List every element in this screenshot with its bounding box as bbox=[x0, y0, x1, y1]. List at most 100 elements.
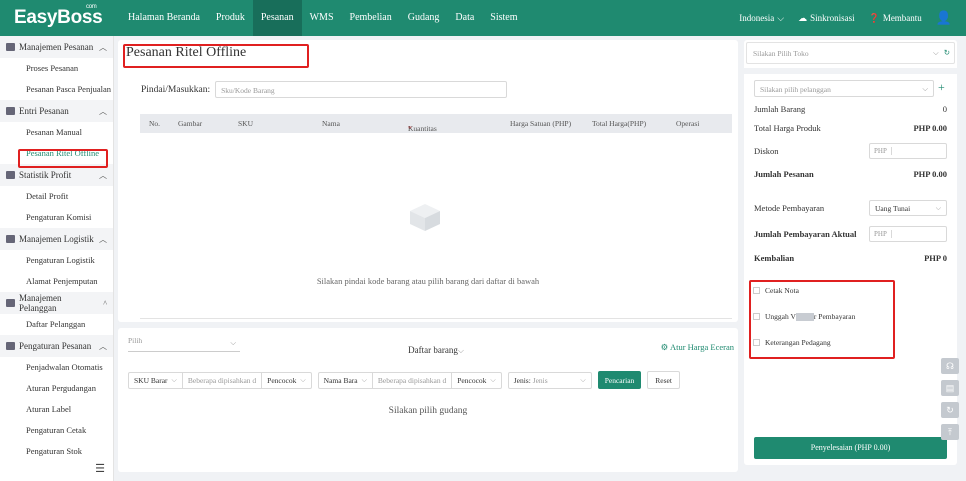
gear-icon: ⚙ bbox=[660, 342, 669, 352]
nav-gudang[interactable]: Gudang bbox=[400, 0, 448, 36]
sidebar-item-aturan-pergudangan[interactable]: Aturan Pergudangan bbox=[0, 378, 113, 399]
nav-produk[interactable]: Produk bbox=[208, 0, 253, 36]
document-icon[interactable]: ▤ bbox=[941, 380, 959, 396]
unggah-bukti-checkbox[interactable]: Unggah Vr Pembayaran bbox=[753, 312, 855, 322]
help-button[interactable]: ❓ Membantu bbox=[869, 13, 922, 24]
sidebar-group-pengaturan-pesanan[interactable]: Pengaturan Pesanan ︿ bbox=[0, 335, 113, 357]
customer-select[interactable]: Silakan pilih pelanggan ⌵ bbox=[754, 80, 934, 97]
chevron-down-icon: ⌵ bbox=[457, 346, 464, 355]
sidebar-item-daftar-pelanggan[interactable]: Daftar Pelanggan bbox=[0, 314, 113, 335]
sidebar-item-pasca-penjualan[interactable]: Pesanan Pasca Penjualan bbox=[0, 79, 113, 100]
user-icon[interactable]: 👤 bbox=[936, 10, 952, 26]
sidebar-item-penjadwalan-otomatis[interactable]: Penjadwalan Otomatis bbox=[0, 357, 113, 378]
atur-harga-eceran-link[interactable]: ⚙ Atur Harga Eceran bbox=[661, 342, 734, 353]
col-total-harga: Total Harga(PHP) bbox=[592, 119, 647, 128]
settle-button[interactable]: Penyelesaian (PHP 0.00) bbox=[754, 437, 947, 459]
sidebar-item-pengaturan-logistik[interactable]: Pengaturan Logistik bbox=[0, 250, 113, 271]
total-harga-label: Total Harga Produk bbox=[754, 123, 821, 133]
language-select[interactable]: Indonesia ⌵ bbox=[739, 13, 784, 24]
order-panel: Pesanan Ritel Offline Pindai/Masukkan: S… bbox=[118, 40, 738, 322]
sidebar-item-pengaturan-stok[interactable]: Pengaturan Stok bbox=[0, 441, 113, 462]
top-navbar: EasyBoss com Halaman Beranda Produk Pesan… bbox=[0, 0, 966, 36]
keterangan-checkbox[interactable]: Keterangan Pedagang bbox=[753, 338, 831, 347]
empty-state-text: Silakan pindai kode barang atau pilih ba… bbox=[316, 276, 540, 286]
help-icon: ❓ bbox=[868, 12, 880, 23]
chevron-down-icon: ⌵ bbox=[933, 48, 939, 57]
sidebar-item-pesanan-manual[interactable]: Pesanan Manual bbox=[0, 122, 113, 143]
warehouse-select[interactable]: Pilih ⌵ bbox=[128, 336, 240, 352]
store-select[interactable]: Silakan Pilih Toko ⌵ ↻ bbox=[746, 42, 955, 64]
customer-icon bbox=[6, 299, 15, 307]
chevron-up-icon: ︿ bbox=[99, 42, 107, 52]
nav-wms[interactable]: WMS bbox=[302, 0, 342, 36]
entry-icon bbox=[6, 107, 15, 115]
jumlah-pesanan-value: PHP 0.00 bbox=[913, 169, 947, 179]
nav-sistem[interactable]: Sistem bbox=[482, 0, 525, 36]
sidebar-group-statistik-profit[interactable]: Statistik Profit ︿ bbox=[0, 164, 113, 186]
payment-method-select[interactable]: Uang Tunai ⌵ bbox=[869, 200, 947, 216]
nav-data[interactable]: Data bbox=[447, 0, 482, 36]
aktual-input[interactable]: PHP bbox=[869, 226, 947, 242]
sync-button[interactable]: ☁ Sinkronisasi bbox=[798, 13, 855, 24]
type-filter[interactable]: Jenis: Jenis ⌵ bbox=[507, 371, 592, 389]
col-gambar: Gambar bbox=[178, 119, 203, 128]
search-button[interactable]: Pencarian bbox=[597, 371, 642, 389]
sidebar-item-proses-pesanan[interactable]: Proses Pesanan bbox=[0, 58, 113, 79]
refresh-icon[interactable]: ↻ bbox=[944, 48, 950, 57]
chevron-down-icon: ⌵ bbox=[922, 84, 928, 93]
floating-tools: ☊ ▤ ↻ ⤒ bbox=[941, 358, 959, 440]
sidebar-group-manajemen-pelanggan[interactable]: Manajemen Pelanggan ^ bbox=[0, 292, 113, 314]
sidebar-item-pengaturan-komisi[interactable]: Pengaturan Komisi bbox=[0, 207, 113, 228]
cetak-nota-checkbox[interactable]: Cetak Nota bbox=[753, 286, 799, 295]
divider bbox=[739, 68, 962, 74]
tab-daftar-barang[interactable]: Daftar barang⌵ bbox=[402, 340, 470, 358]
col-no: No. bbox=[149, 119, 161, 128]
name-filter-input[interactable]: Beberapa dipisahkan d bbox=[373, 372, 453, 388]
scan-label: Pindai/Masukkan: bbox=[141, 84, 211, 95]
page-title: Pesanan Ritel Offline bbox=[126, 45, 247, 60]
sidebar-item-pengaturan-cetak[interactable]: Pengaturan Cetak bbox=[0, 420, 113, 441]
sidebar-item-aturan-label[interactable]: Aturan Label bbox=[0, 399, 113, 420]
divider bbox=[140, 318, 732, 319]
sidebar-item-pesanan-ritel-offline[interactable]: Pesanan Ritel Offline bbox=[0, 143, 113, 164]
add-customer-icon[interactable]: + bbox=[938, 80, 945, 95]
jumlah-barang-value: 0 bbox=[942, 104, 947, 114]
order-table-header: No. Gambar SKU Nama * Kuantitas Harga Sat… bbox=[140, 114, 732, 133]
col-nama: Nama bbox=[322, 119, 340, 128]
sidebar-group-manajemen-pesanan[interactable]: Manajemen Pesanan ︿ bbox=[0, 36, 113, 58]
name-match-select[interactable]: Pencocok ⌵ bbox=[452, 373, 500, 388]
sidebar-group-entri-pesanan[interactable]: Entri Pesanan ︿ bbox=[0, 100, 113, 122]
nav-pembelian[interactable]: Pembelian bbox=[342, 0, 400, 36]
sidebar-item-alamat-penjemputan[interactable]: Alamat Penjemputan bbox=[0, 271, 113, 292]
refresh-icon[interactable]: ↻ bbox=[941, 402, 959, 418]
metode-label: Metode Pembayaran bbox=[754, 203, 825, 213]
sidebar-group-manajemen-logistik[interactable]: Manajemen Logistik ︿ bbox=[0, 228, 113, 250]
diskon-label: Diskon bbox=[754, 146, 779, 156]
headset-icon[interactable]: ☊ bbox=[941, 358, 959, 374]
sku-filter: SKU Barar ⌵ Beberapa dipisahkan d Pencoco… bbox=[128, 371, 312, 389]
sku-field-select[interactable]: SKU Barar ⌵ bbox=[129, 372, 183, 388]
nav-beranda[interactable]: Halaman Beranda bbox=[120, 0, 208, 36]
chevron-up-icon: ︿ bbox=[99, 341, 107, 351]
sku-filter-input[interactable]: Beberapa dipisahkan d bbox=[183, 372, 263, 388]
orders-icon bbox=[6, 43, 15, 51]
chevron-up-icon: ︿ bbox=[99, 106, 107, 116]
checkbox-icon bbox=[753, 313, 760, 321]
nav-pesanan[interactable]: Pesanan bbox=[252, 0, 302, 36]
back-to-top-icon[interactable]: ⤒ bbox=[941, 424, 959, 440]
chevron-up-icon: ^ bbox=[103, 298, 107, 308]
sidebar-item-detail-profit[interactable]: Detail Profit bbox=[0, 186, 113, 207]
chevron-down-icon: ⌵ bbox=[230, 338, 236, 347]
total-harga-value: PHP 0.00 bbox=[913, 123, 947, 133]
main-nav: Halaman Beranda Produk Pesanan WMS Pembe… bbox=[120, 0, 526, 36]
reset-button[interactable]: Reset bbox=[647, 371, 680, 389]
scan-input[interactable]: Sku/Kode Barang bbox=[215, 81, 508, 98]
diskon-input[interactable]: PHP bbox=[869, 143, 947, 159]
menu-collapse-icon[interactable]: ☰ bbox=[95, 462, 105, 475]
name-filter: Nama Bara ⌵ Beberapa dipisahkan d Pencoco… bbox=[317, 371, 502, 389]
logo[interactable]: EasyBoss com bbox=[0, 4, 120, 29]
sku-match-select[interactable]: Pencocok ⌵ bbox=[262, 373, 310, 388]
name-field-select[interactable]: Nama Bara ⌵ bbox=[319, 372, 373, 388]
col-sku: SKU bbox=[238, 119, 254, 128]
checkbox-icon bbox=[753, 339, 760, 346]
